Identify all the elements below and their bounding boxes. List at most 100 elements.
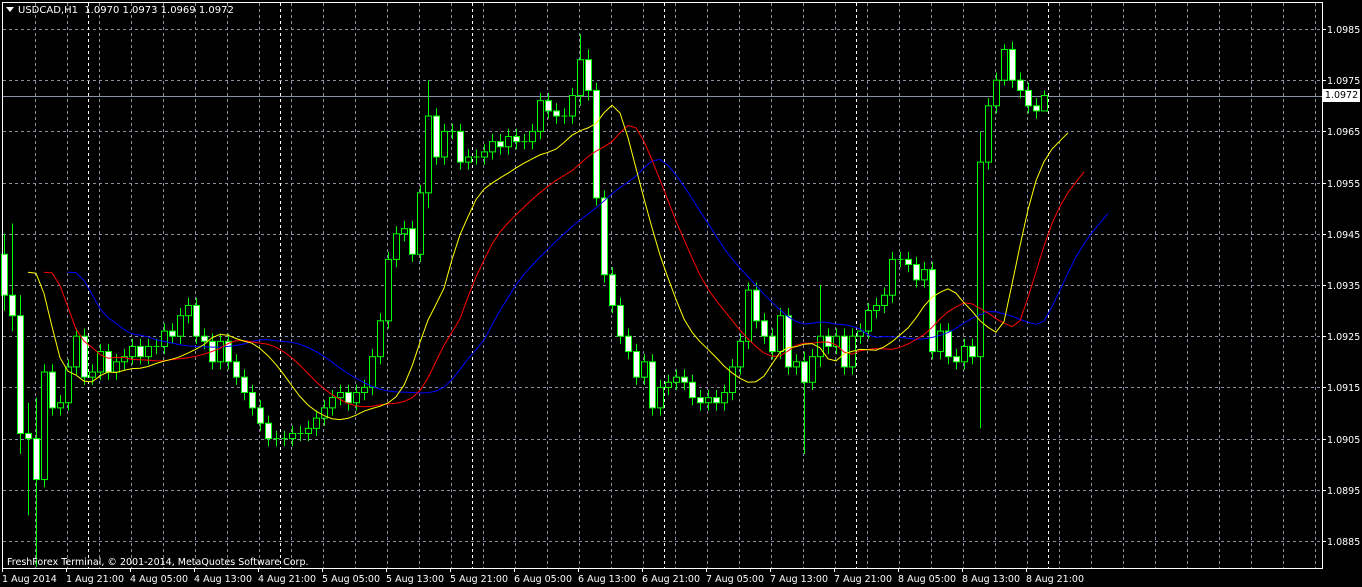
candle-body: [761, 320, 768, 337]
candle-body: [369, 356, 376, 388]
candle: [377, 313, 384, 365]
candle-body: [793, 361, 800, 368]
time-tick-label: 1 Aug 2014: [2, 574, 57, 585]
candle-body: [257, 407, 264, 424]
candle: [193, 297, 200, 344]
candle-body: [305, 427, 312, 434]
candle: [137, 338, 144, 365]
candle-body: [345, 392, 352, 404]
candle: [433, 108, 440, 165]
candle: [993, 72, 1000, 114]
candle-body: [905, 258, 912, 266]
candle: [897, 251, 904, 268]
candle: [577, 34, 584, 106]
candle: [265, 415, 272, 447]
price-tick-label: 1.0945: [1327, 230, 1360, 241]
candle-body: [377, 320, 384, 358]
chart-header: USDCAD,H1 1.0970 1.0973 1.0969 1.0972: [6, 5, 234, 16]
candle: [841, 328, 848, 375]
price-chart[interactable]: 1.0985 1.0975 1.0965 1.0955 1.0945 1.0935 1.09…: [0, 0, 1362, 587]
candle: [641, 354, 648, 385]
candle-body: [177, 315, 184, 337]
candle-body: [457, 130, 464, 163]
candle-body: [705, 397, 712, 404]
candle: [297, 425, 304, 442]
candle-body: [1033, 105, 1040, 112]
candle-body: [1025, 89, 1032, 107]
candle-body: [881, 294, 888, 306]
candle-body: [585, 59, 592, 91]
candle-body: [913, 264, 920, 281]
candle: [305, 420, 312, 442]
candle-body: [921, 269, 928, 281]
candle: [481, 144, 488, 165]
candle-body: [617, 304, 624, 337]
candle: [1025, 82, 1032, 114]
candle-body: [625, 335, 632, 353]
candle: [705, 389, 712, 411]
candle: [665, 374, 672, 396]
candle: [977, 131, 984, 429]
candle: [633, 343, 640, 385]
candle: [889, 251, 896, 303]
candle: [937, 323, 944, 360]
candle: [225, 333, 232, 370]
candle: [537, 93, 544, 140]
candle: [553, 103, 560, 124]
price-tick-label: 1.0915: [1327, 383, 1360, 394]
candle-body: [929, 269, 936, 353]
candle-body: [553, 110, 560, 117]
candle: [929, 261, 936, 360]
candle-body: [417, 192, 424, 255]
candle-body: [673, 376, 680, 383]
candle-body: [105, 351, 112, 373]
candle-body: [145, 345, 152, 358]
candle: [529, 123, 536, 150]
ohlc-readout: 1.0970 1.0973 1.0969 1.0972: [84, 5, 234, 16]
price-tick-label: 1.0975: [1327, 76, 1360, 87]
candle: [129, 338, 136, 365]
candle-body: [689, 381, 696, 399]
candle-body: [889, 258, 896, 296]
candle: [249, 384, 256, 416]
candle: [393, 226, 400, 268]
candle: [1009, 41, 1016, 88]
candle: [801, 351, 808, 454]
candle: [57, 395, 64, 416]
candle-body: [569, 95, 576, 117]
candle-body: [441, 130, 448, 158]
candle: [761, 313, 768, 344]
candle-body: [73, 335, 80, 368]
candle: [489, 133, 496, 160]
candle: [609, 267, 616, 314]
candle-body: [649, 361, 656, 409]
candle: [161, 323, 168, 355]
candle-body: [985, 105, 992, 163]
time-tick-label: 4 Aug 13:00: [194, 574, 252, 585]
time-tick-label: 8 Aug 13:00: [962, 574, 1020, 585]
candle: [753, 282, 760, 329]
candle-body: [289, 432, 296, 440]
time-tick-label: 8 Aug 21:00: [1026, 574, 1084, 585]
candle-body: [857, 330, 864, 337]
candle-body: [329, 397, 336, 409]
candle: [1001, 44, 1008, 86]
candle-body: [657, 386, 664, 409]
candle: [25, 402, 32, 516]
candle: [17, 295, 24, 454]
candle: [985, 98, 992, 170]
candle-body: [873, 304, 880, 312]
candle-body: [721, 392, 728, 404]
chart-frame: [2, 2, 1323, 569]
dropdown-triangle-icon[interactable]: [6, 7, 14, 12]
candle-body: [497, 141, 504, 148]
candle-body: [81, 335, 88, 378]
candle-body: [633, 351, 640, 378]
candle-body: [961, 345, 968, 363]
candle: [289, 425, 296, 447]
candle-body: [753, 289, 760, 322]
candle-body: [601, 197, 608, 276]
candle: [673, 369, 680, 390]
candle-body: [433, 115, 440, 158]
candle: [729, 359, 736, 401]
